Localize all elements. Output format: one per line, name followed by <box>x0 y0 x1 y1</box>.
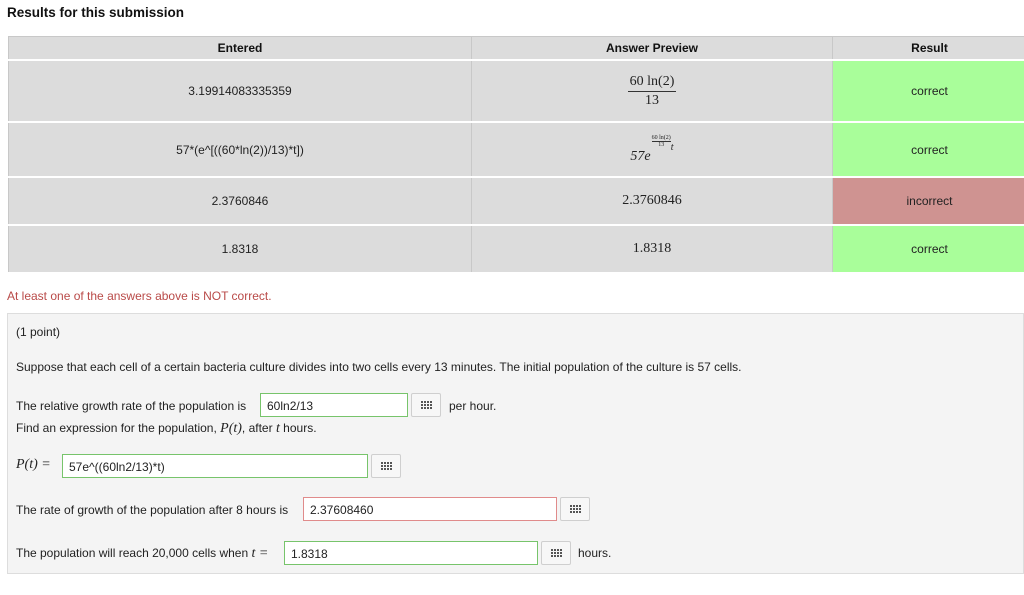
equation-editor-button[interactable] <box>560 497 590 521</box>
entered-cell: 2.3760846 <box>8 176 472 226</box>
q2-mid: , after <box>241 421 273 435</box>
q2-function: P(t) <box>220 421 242 436</box>
exp-fraction: 60 ln(2) 13 <box>651 134 671 148</box>
equation-editor-button[interactable] <box>541 541 571 565</box>
population-expression-input[interactable]: 57e^((60ln2/13)*t) <box>62 454 368 478</box>
time-to-20000-input[interactable]: 1.8318 <box>284 541 538 565</box>
growth-rate-input[interactable]: 60ln2/13 <box>260 393 408 417</box>
table-header-row: Entered Answer Preview Result <box>8 36 1024 61</box>
q4-suffix: hours. <box>578 546 612 560</box>
preview-exponential: 57e 60 ln(2) 13 t <box>630 135 673 165</box>
table-row: 57*(e^[((60*ln(2))/13)*t]) 57e 60 ln(2) 13… <box>8 121 1024 178</box>
result-cell: correct <box>832 224 1024 274</box>
table-row: 3.19914083335359 60 ln(2) 13 correct <box>8 59 1024 123</box>
header-answer-preview: Answer Preview <box>471 36 833 61</box>
fraction-numerator: 60 ln(2) <box>627 74 677 92</box>
preview-fraction: 60 ln(2) 13 <box>627 74 677 109</box>
page-heading: Results for this submission <box>7 5 185 20</box>
problem-panel: (1 point) Suppose that each cell of a ce… <box>7 313 1024 574</box>
entered-cell: 1.8318 <box>8 224 472 274</box>
preview-cell: 1.8318 <box>471 224 833 274</box>
fraction-denominator: 13 <box>645 92 659 108</box>
q1-suffix: per hour. <box>449 399 497 413</box>
result-cell: incorrect <box>832 176 1024 226</box>
q2-prompt: Find an expression for the population, P… <box>16 421 317 437</box>
exp-variable: t <box>670 141 674 153</box>
equation-editor-button[interactable] <box>371 454 401 478</box>
table-row: 2.3760846 2.3760846 incorrect <box>8 176 1024 226</box>
grid-keypad-icon <box>569 505 581 513</box>
problem-statement: Suppose that each cell of a certain bact… <box>16 360 742 374</box>
grid-keypad-icon <box>550 549 562 557</box>
preview-cell: 57e 60 ln(2) 13 t <box>471 121 833 178</box>
result-cell: correct <box>832 121 1024 178</box>
growth-after-8-hours-input[interactable]: 2.37608460 <box>303 497 557 521</box>
q4-prefix: The population will reach 20,000 cells w… <box>16 546 249 560</box>
q2-label: P(t) = <box>16 457 51 472</box>
q3-prefix: The rate of growth of the population aft… <box>16 503 289 517</box>
header-result: Result <box>832 36 1024 61</box>
problem-points: (1 point) <box>16 325 61 339</box>
q2-suffix: hours. <box>283 421 317 435</box>
q1-prefix: The relative growth rate of the populati… <box>16 399 247 413</box>
exp-numerator: 60 ln(2) <box>651 134 671 142</box>
table-row: 1.8318 1.8318 correct <box>8 224 1024 274</box>
q2-prefix: Find an expression for the population, <box>16 421 217 435</box>
grid-keypad-icon <box>420 401 432 409</box>
preview-cell: 60 ln(2) 13 <box>471 59 833 123</box>
equation-editor-button[interactable] <box>411 393 441 417</box>
grid-keypad-icon <box>380 462 392 470</box>
preview-cell: 2.3760846 <box>471 176 833 226</box>
q4-prompt: The population will reach 20,000 cells w… <box>16 546 268 562</box>
results-table: Entered Answer Preview Result 3.19914083… <box>8 36 1024 274</box>
entered-cell: 3.19914083335359 <box>8 59 472 123</box>
entered-cell: 57*(e^[((60*ln(2))/13)*t]) <box>8 121 472 178</box>
header-entered: Entered <box>8 36 472 61</box>
exp-denominator: 13 <box>658 141 665 148</box>
exp-base: 57e <box>630 148 651 164</box>
q2-variable: t <box>275 421 280 436</box>
warning-message: At least one of the answers above is NOT… <box>7 289 272 303</box>
result-cell: correct <box>832 59 1024 123</box>
q4-variable-label: t = <box>251 546 269 561</box>
